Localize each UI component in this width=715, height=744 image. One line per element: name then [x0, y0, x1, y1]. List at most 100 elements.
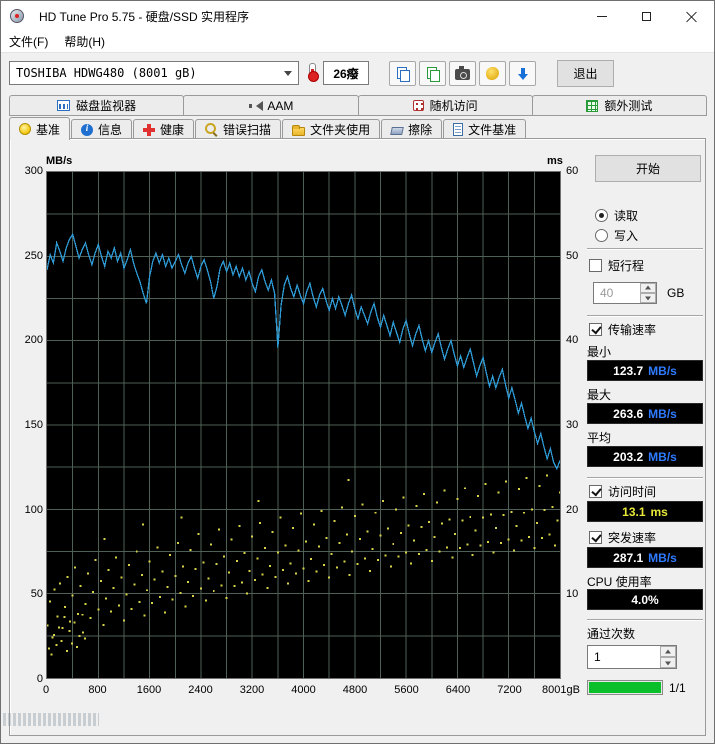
- tab-health[interactable]: 健康: [133, 119, 195, 139]
- max-unit: MB/s: [648, 406, 677, 421]
- color-splash-icon: [486, 67, 499, 80]
- x-axis-tick: 4000: [291, 684, 316, 696]
- short-stroke-size-spinner[interactable]: 40: [593, 282, 657, 304]
- tab-folder-usage[interactable]: 文件夹使用: [282, 119, 381, 139]
- y-axis-tick-left: 250: [24, 249, 43, 262]
- disk-monitor-icon: [57, 100, 71, 111]
- y-axis-tick-right: 40: [566, 334, 579, 347]
- spinner-up-button[interactable]: [640, 283, 656, 293]
- tab-info[interactable]: 信息: [71, 119, 133, 139]
- checkbox-icon: [589, 322, 602, 336]
- read-radio[interactable]: 读取: [595, 207, 638, 223]
- gb-unit-label: GB: [667, 286, 685, 300]
- tab-file-benchmark[interactable]: 文件基准: [443, 119, 527, 139]
- y-axis-right-unit: ms: [547, 155, 563, 167]
- start-button[interactable]: 开始: [595, 155, 701, 182]
- screenshot-button[interactable]: [449, 61, 476, 86]
- x-axis-tick: 3200: [239, 684, 265, 696]
- drive-selector-dropdown[interactable]: TOSHIBA HDWG480 (8001 gB): [9, 61, 299, 85]
- tab-label: AAM: [267, 98, 294, 113]
- spinner-up-button[interactable]: [660, 646, 676, 657]
- spinner-buttons: [640, 283, 656, 303]
- pass-count-spinner[interactable]: 1: [587, 645, 677, 669]
- tab-disk-monitor[interactable]: 磁盘监视器: [9, 95, 185, 116]
- copy-text-button[interactable]: [389, 61, 416, 86]
- max-label: 最大: [587, 388, 612, 402]
- tab-label: 信息: [98, 123, 123, 137]
- avg-value: 203.2: [613, 449, 644, 464]
- save-results-button[interactable]: [509, 61, 536, 86]
- drive-selector-value: TOSHIBA HDWG480 (8001 gB): [16, 66, 197, 80]
- tab-random-access[interactable]: 随机访问: [357, 95, 533, 116]
- spinner-down-button[interactable]: [660, 657, 676, 668]
- spinner-down-button[interactable]: [640, 293, 656, 303]
- chevron-down-icon: [284, 71, 292, 80]
- speaker-icon: [248, 100, 264, 112]
- burst-rate-value-box: 287.1 MB/s: [587, 547, 703, 568]
- pass-count-value: 1: [594, 650, 601, 664]
- tab-label: 文件夹使用: [310, 123, 371, 137]
- min-value: 123.7: [613, 363, 644, 378]
- burst-rate-checkbox[interactable]: 突发速率: [589, 529, 656, 545]
- write-radio[interactable]: 写入: [595, 227, 638, 243]
- tab-extra-tests[interactable]: 额外测试: [531, 95, 707, 116]
- copy-image-icon: [426, 66, 440, 82]
- read-label: 读取: [614, 208, 639, 223]
- minimize-button[interactable]: [579, 1, 624, 31]
- copy-text-icon: [396, 66, 410, 82]
- camera-icon: [455, 66, 470, 80]
- y-axis-tick-right: 20: [566, 503, 579, 516]
- x-axis-tick: 800: [88, 684, 107, 696]
- close-button[interactable]: [669, 1, 714, 31]
- separator: [587, 315, 703, 317]
- min-unit: MB/s: [648, 363, 677, 378]
- y-axis-tick-left: 50: [30, 588, 43, 601]
- menu-bar: 文件(F) 帮助(H): [1, 31, 714, 53]
- min-label: 最小: [587, 345, 612, 359]
- avg-label: 平均: [587, 431, 612, 445]
- maximize-button[interactable]: [624, 1, 669, 31]
- progress-text: 1/1: [669, 681, 686, 695]
- menu-help[interactable]: 帮助(H): [56, 31, 113, 52]
- x-axis-tick: 1600: [136, 684, 162, 696]
- minimize-icon: [596, 15, 607, 17]
- x-axis-tick: 7200: [497, 684, 522, 696]
- access-time-value-box: 13.1 ms: [587, 501, 703, 522]
- eraser-icon: [390, 126, 404, 135]
- toolbar: TOSHIBA HDWG480 (8001 gB) 26癈 退出: [1, 53, 714, 94]
- menu-file[interactable]: 文件(F): [1, 31, 56, 52]
- avg-unit: MB/s: [648, 449, 677, 464]
- separator: [587, 619, 703, 621]
- window-title: HD Tune Pro 5.75 - 硬盘/SSD 实用程序: [39, 9, 250, 24]
- tab-erase[interactable]: 擦除: [381, 119, 443, 139]
- y-axis-left-unit: MB/s: [46, 155, 73, 167]
- benchmark-plot: [46, 171, 561, 679]
- file-icon: [453, 123, 464, 136]
- burst-rate-label: 突发速率: [608, 530, 657, 545]
- x-axis-tick: 5600: [394, 684, 419, 696]
- app-icon: [9, 8, 25, 24]
- color-splash-button[interactable]: [479, 61, 506, 86]
- cpu-usage-value-box: 4.0%: [587, 589, 703, 610]
- folder-icon: [292, 124, 306, 136]
- burst-rate-value: 287.1: [613, 550, 644, 565]
- tab-benchmark[interactable]: 基准: [9, 117, 71, 140]
- maximize-icon: [642, 11, 651, 21]
- access-time-checkbox[interactable]: 访问时间: [589, 483, 656, 499]
- y-axis-tick-right: 50: [566, 249, 579, 262]
- y-axis-tick-right: 60: [566, 165, 579, 177]
- access-time-label: 访问时间: [608, 484, 657, 499]
- checkbox-icon: [589, 530, 602, 544]
- watermark: [3, 713, 99, 726]
- copy-image-button[interactable]: [419, 61, 446, 86]
- short-stroke-checkbox[interactable]: 短行程: [589, 257, 644, 273]
- close-icon: [686, 11, 697, 22]
- burst-rate-unit: MB/s: [648, 550, 677, 565]
- tab-label: 文件基准: [468, 123, 517, 137]
- exit-button[interactable]: 退出: [557, 60, 614, 87]
- tab-aam[interactable]: AAM: [183, 95, 359, 116]
- tab-error-scan[interactable]: 错误扫描: [195, 119, 282, 139]
- write-label: 写入: [614, 228, 639, 243]
- test-grid-icon: [586, 99, 599, 112]
- transfer-rate-checkbox[interactable]: 传输速率: [589, 321, 656, 337]
